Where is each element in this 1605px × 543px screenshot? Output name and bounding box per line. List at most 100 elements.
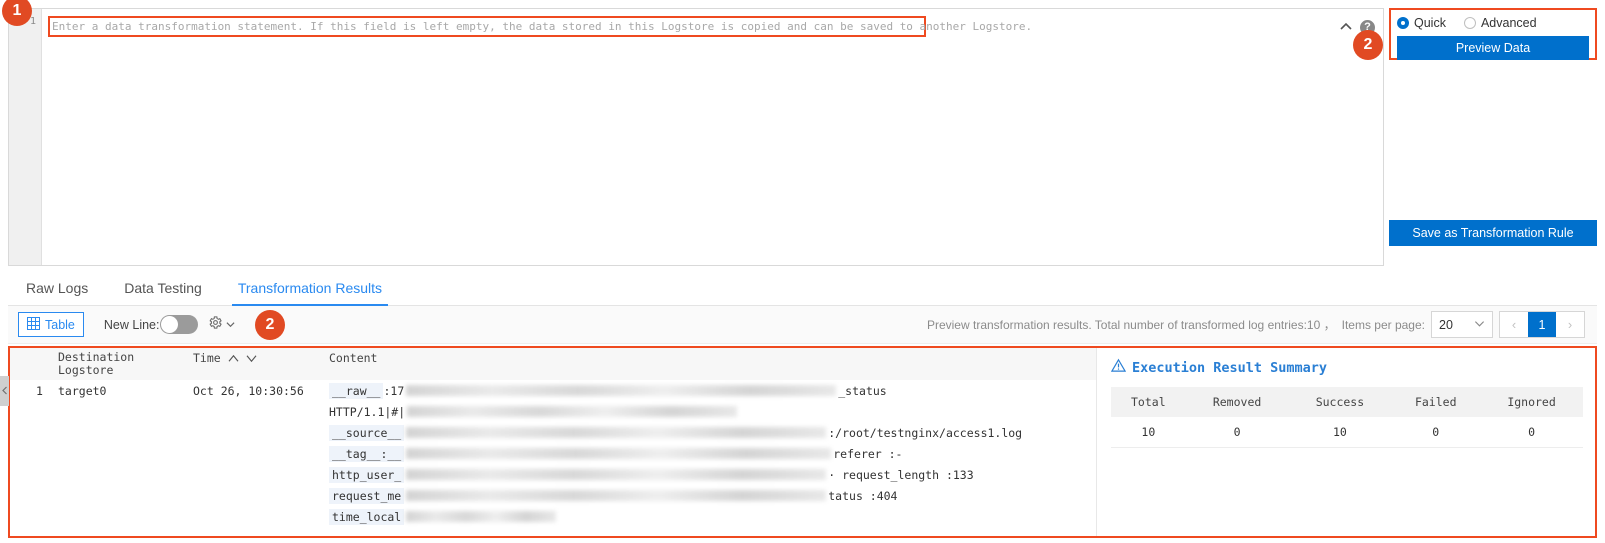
table-row: 1 target0 Oct 26, 10:30:56 __raw__:17 _st… — [10, 380, 1096, 527]
execution-result-summary-panel: Execution Result Summary Total Removed Suc… — [1096, 348, 1595, 536]
table-settings-dropdown[interactable] — [208, 315, 235, 335]
gear-icon — [208, 315, 223, 335]
content-line: time_local — [329, 506, 1096, 527]
next-page-button[interactable]: › — [1556, 312, 1584, 337]
header-destination-logstore-line2: Logstore — [58, 363, 114, 377]
transformation-editor[interactable]: 1 Enter a data transformation statement.… — [8, 8, 1384, 266]
summary-column-header: Removed — [1185, 387, 1289, 417]
chevron-down-icon — [226, 316, 235, 334]
radio-quick-dot[interactable] — [1397, 17, 1409, 29]
summary-table-header-row: Total Removed Success Failed Ignored — [1111, 387, 1583, 417]
table-grid-icon — [27, 316, 40, 333]
tab-data-testing[interactable]: Data Testing — [106, 270, 220, 306]
previous-page-button[interactable]: ‹ — [1500, 312, 1528, 337]
radio-advanced-dot[interactable] — [1463, 17, 1476, 29]
tab-raw-logs[interactable]: Raw Logs — [8, 270, 106, 306]
tab-transformation-results[interactable]: Transformation Results — [220, 270, 400, 306]
new-line-toggle[interactable] — [160, 315, 199, 334]
row-index: 1 — [36, 384, 43, 398]
redacted-content — [407, 406, 738, 417]
items-per-page-value: 20 — [1439, 317, 1453, 332]
editor-placeholder-highlight: Enter a data transformation statement. I… — [48, 16, 1032, 37]
redacted-content — [406, 385, 837, 396]
sort-descending-icon[interactable] — [246, 351, 257, 365]
summary-table-value-row: 10 0 10 0 0 — [1111, 417, 1583, 448]
results-toolbar: Table New Line: Preview transformation r… — [8, 306, 1597, 344]
results-table: Destination Logstore Time Content 1 targ… — [10, 348, 1096, 536]
content-line: http_user_ · request_length :133 — [329, 464, 1096, 485]
table-view-button-label: Table — [45, 317, 75, 332]
summary-value-cell: 0 — [1185, 417, 1289, 448]
preview-status-text: Preview transformation results. Total nu… — [926, 318, 1336, 332]
summary-title-row: Execution Result Summary — [1110, 358, 1583, 377]
callout-badge-3: 2 — [255, 310, 285, 340]
content-field-separator: :17 — [383, 383, 405, 398]
content-line: __tag__:__ referer :- — [329, 443, 1096, 464]
page-number-1[interactable]: 1 — [1528, 312, 1556, 337]
header-destination-logstore: Destination Logstore — [58, 348, 193, 380]
redacted-content — [406, 469, 827, 480]
summary-column-header: Total — [1111, 387, 1186, 417]
redacted-content — [406, 427, 827, 438]
header-index — [10, 348, 58, 380]
content-line: __source__:/root/testnginx/access1.log — [329, 422, 1096, 443]
header-time[interactable]: Time — [193, 348, 323, 380]
content-field-value: referer :- — [833, 446, 903, 461]
new-line-label: New Line: — [103, 317, 160, 332]
content-line: request_me tatus :404 — [329, 485, 1096, 506]
row-content: __raw__:17 _status HTTP/1.1|#| __source__:/… — [323, 380, 1096, 527]
content-field-key: http_user_ — [329, 466, 405, 483]
sort-ascending-icon[interactable] — [228, 351, 246, 365]
table-view-button[interactable]: Table — [18, 312, 84, 337]
mode-radio-group: Quick Advanced — [1397, 14, 1589, 32]
content-field-value: _status — [838, 383, 887, 398]
radio-quick-label: Quick — [1414, 16, 1446, 30]
row-time: Oct 26, 10:30:56 — [193, 384, 304, 398]
radio-advanced-label: Advanced — [1480, 16, 1537, 30]
content-line: __raw__:17 _status — [329, 380, 1096, 401]
redacted-content — [406, 511, 557, 522]
items-per-page-select[interactable]: 20 — [1431, 311, 1493, 338]
content-field-value: · request_length :133 — [828, 467, 974, 482]
editor-side-panel: Quick Advanced Preview Data Save as Tran… — [1389, 8, 1597, 266]
header-time-label: Time — [193, 351, 221, 365]
summary-column-header: Ignored — [1480, 387, 1583, 417]
content-field-value: tatus :404 — [828, 488, 898, 503]
content-field-key: request_me — [329, 487, 405, 504]
header-content: Content — [329, 351, 378, 365]
chevron-left-icon — [1, 382, 8, 400]
summary-value-cell: 0 — [1480, 417, 1583, 448]
redacted-content — [406, 490, 827, 501]
redacted-content — [406, 448, 832, 459]
editor-line-number: 1 — [29, 16, 36, 27]
new-line-toggle-knob — [161, 316, 179, 333]
preview-data-button[interactable]: Preview Data — [1397, 36, 1589, 60]
transformation-results-region: Destination Logstore Time Content 1 targ… — [8, 346, 1597, 538]
save-as-transformation-rule-button[interactable]: Save as Transformation Rule — [1389, 220, 1597, 246]
summary-table: Total Removed Success Failed Ignored 10 0 10 0 0 — [1111, 387, 1583, 448]
items-per-page-label: Items per page: — [1341, 317, 1425, 332]
panel-collapse-handle[interactable] — [0, 376, 9, 406]
callout-badge-2: 2 — [1353, 30, 1383, 60]
page-navigation: ‹ 1 › — [1499, 311, 1585, 338]
radio-advanced[interactable]: Advanced — [1463, 16, 1537, 30]
pagination-controls: Preview transformation results. Total nu… — [927, 311, 1597, 338]
results-tab-bar: Raw Logs Data Testing Transformation Res… — [8, 270, 1597, 306]
summary-column-header: Success — [1288, 387, 1392, 417]
results-table-header: Destination Logstore Time Content — [10, 348, 1096, 380]
summary-column-header: Failed — [1391, 387, 1481, 417]
mode-selection-box: Quick Advanced Preview Data — [1389, 8, 1597, 60]
summary-value-cell: 10 — [1288, 417, 1392, 448]
content-field-key: __source__ — [329, 424, 405, 441]
content-field-key: __raw__ — [329, 382, 384, 399]
editor-text-area[interactable]: Enter a data transformation statement. I… — [42, 9, 1383, 265]
radio-quick[interactable]: Quick — [1397, 16, 1446, 30]
summary-title-label: Execution Result Summary — [1132, 359, 1328, 376]
summary-value-cell: 10 — [1111, 417, 1186, 448]
editor-line-gutter: 1 — [9, 9, 42, 265]
editor-placeholder-text: Enter a data transformation statement. I… — [52, 20, 1033, 33]
content-field-separator: HTTP/1.1|#| — [329, 404, 406, 419]
chevron-up-icon[interactable] — [1338, 19, 1354, 35]
content-field-key: __tag__:__ — [329, 445, 405, 462]
summary-value-cell: 0 — [1391, 417, 1481, 448]
